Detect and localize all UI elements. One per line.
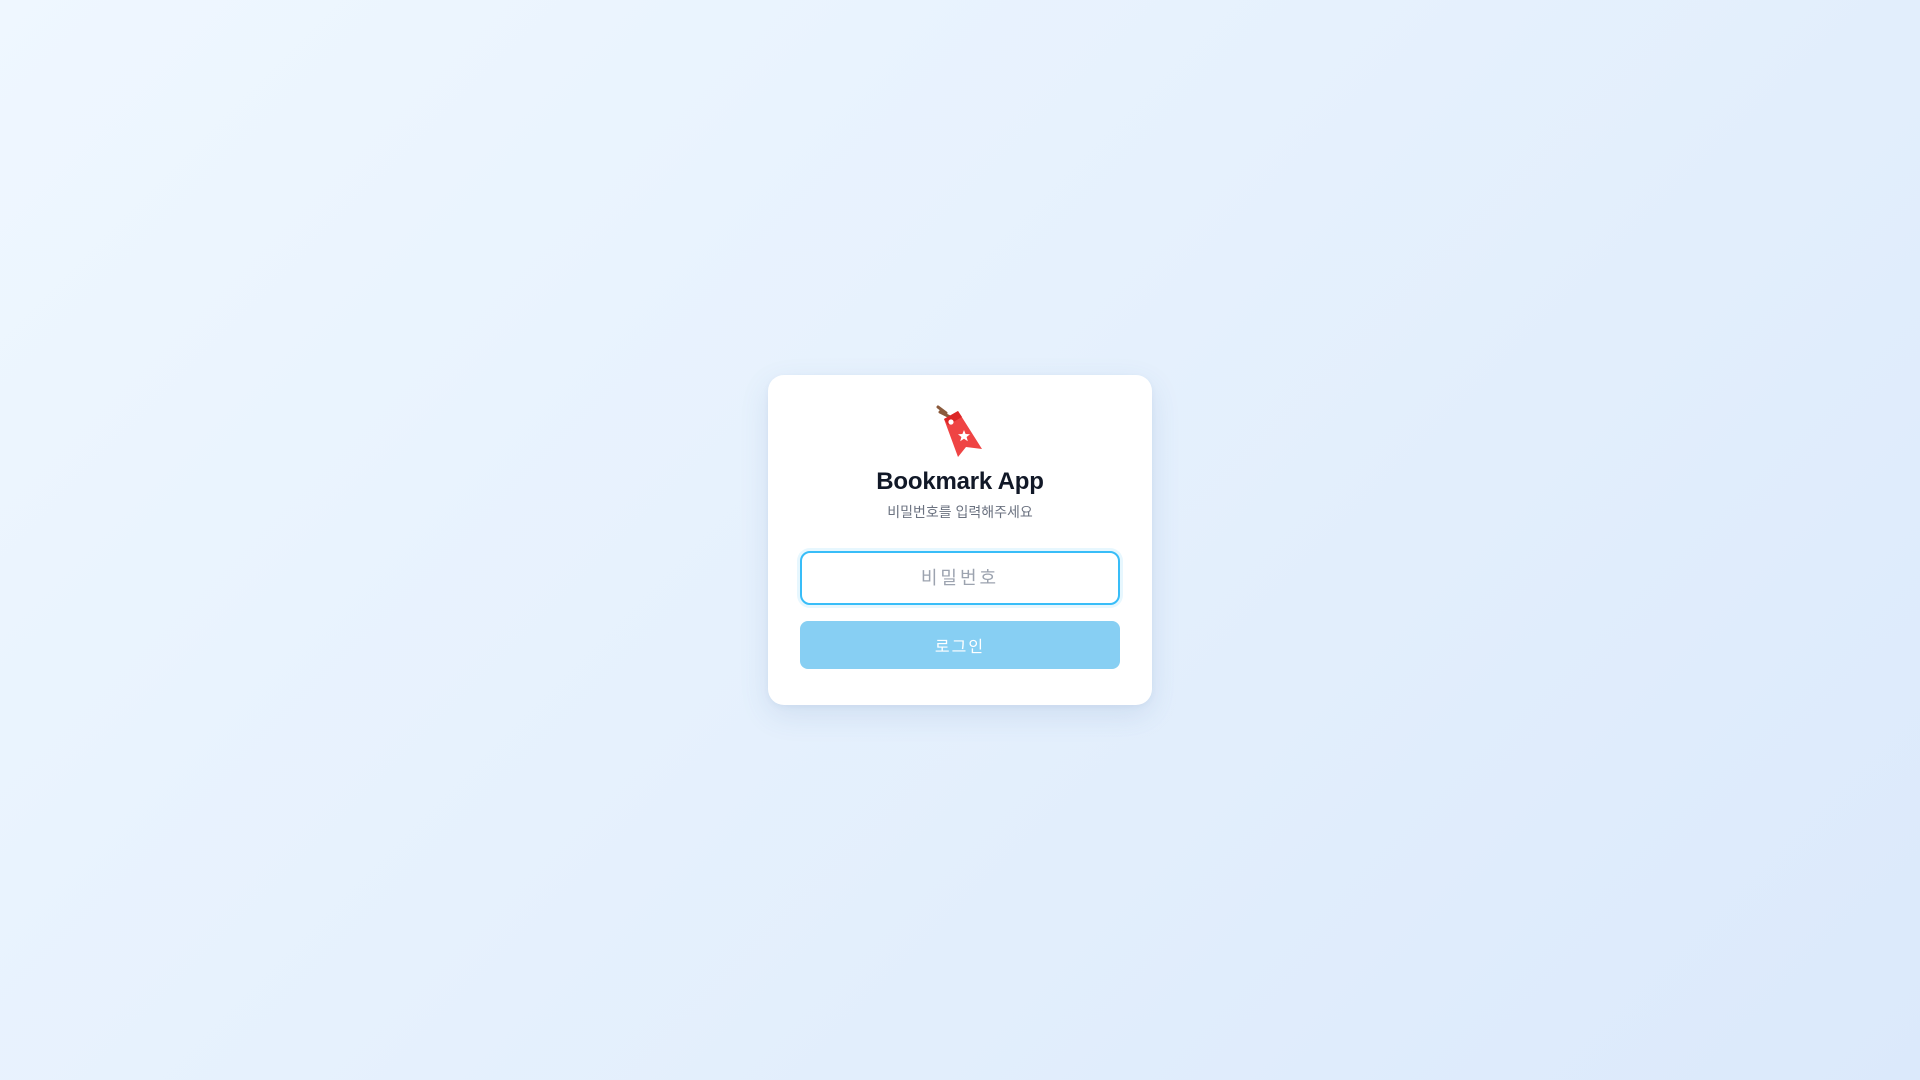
login-instruction: 비밀번호를 입력해주세요	[887, 504, 1033, 520]
app-title: Bookmark App	[876, 468, 1044, 495]
password-input[interactable]	[800, 551, 1120, 605]
login-button[interactable]: 로그인	[800, 621, 1120, 669]
bookmark-tag-icon	[932, 403, 988, 459]
login-card: Bookmark App 비밀번호를 입력해주세요 로그인	[768, 375, 1152, 705]
